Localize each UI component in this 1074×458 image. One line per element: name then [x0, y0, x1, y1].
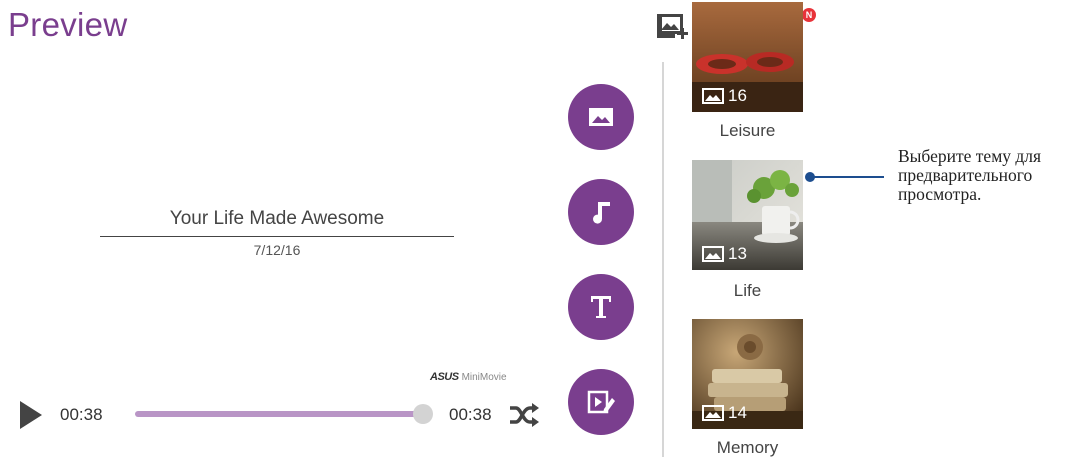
- theme-thumbnail-memory[interactable]: 14: [692, 319, 803, 429]
- callout-text: Выберите тему для предварительного просм…: [898, 146, 1042, 204]
- panel-divider: [662, 62, 664, 457]
- preview-title-underline: [100, 236, 454, 237]
- theme-label-life: Life: [733, 281, 762, 300]
- preview-title: Your Life Made Awesome: [169, 208, 385, 229]
- photo-count: 14: [702, 403, 747, 423]
- photo-count-icon: [702, 246, 724, 262]
- progress-slider[interactable]: [135, 404, 433, 424]
- photo-count-icon: [702, 88, 724, 104]
- page-title: Preview: [8, 6, 128, 43]
- progress-thumb[interactable]: [413, 404, 433, 424]
- current-time: 00:38: [60, 405, 103, 424]
- notification-badge: N: [802, 8, 816, 22]
- add-image-button[interactable]: [568, 84, 634, 150]
- edit-video-button[interactable]: [568, 369, 634, 435]
- image-icon: [589, 108, 613, 126]
- theme-thumbnail-life[interactable]: 13: [692, 160, 803, 270]
- add-photo-button[interactable]: [655, 10, 689, 44]
- add-photo-icon: [657, 14, 688, 39]
- photo-count: 16: [702, 86, 747, 106]
- callout-leader-line: [812, 176, 884, 178]
- photo-count-icon: [702, 405, 724, 421]
- theme-thumbnail-leisure[interactable]: 16: [692, 2, 803, 112]
- total-time: 00:38: [449, 405, 492, 424]
- play-icon: [20, 401, 42, 429]
- photo-count: 13: [702, 244, 747, 264]
- preview-date: 7/12/16: [253, 242, 301, 258]
- asus-logo: ASUS: [430, 371, 459, 383]
- add-music-button[interactable]: [568, 179, 634, 245]
- theme-label-memory: Memory: [716, 438, 779, 457]
- shuffle-icon: [510, 403, 539, 427]
- text-icon: [591, 296, 611, 318]
- theme-label-leisure: Leisure: [719, 121, 776, 140]
- edit-video-icon: [587, 390, 615, 414]
- add-text-button[interactable]: [568, 274, 634, 340]
- play-button[interactable]: [18, 400, 44, 430]
- progress-track: [135, 411, 423, 417]
- brand-name: MiniMovie: [461, 371, 507, 383]
- shuffle-button[interactable]: [508, 400, 540, 430]
- music-note-icon: [593, 202, 610, 224]
- brand-watermark: ASUS MiniMovie: [430, 370, 536, 384]
